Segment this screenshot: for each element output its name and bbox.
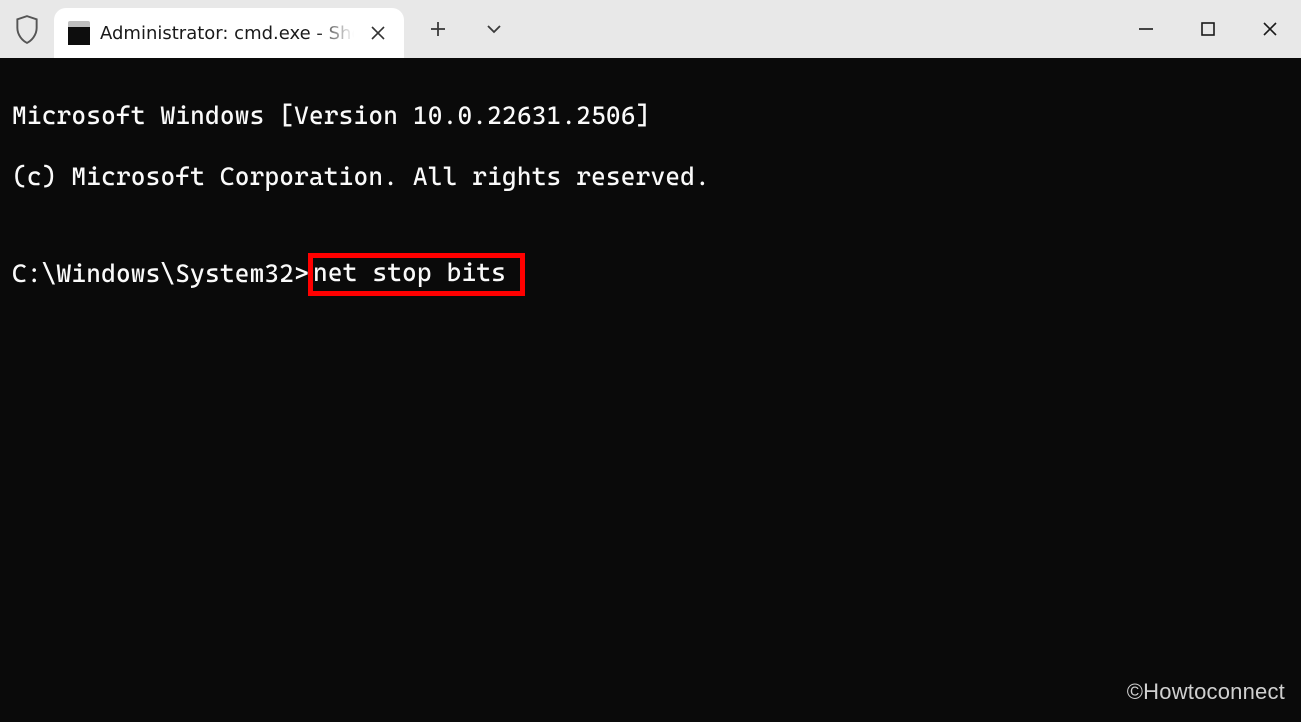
terminal-output[interactable]: Microsoft Windows [Version 10.0.22631.25… (0, 58, 1301, 722)
prompt-text: C:\Windows\System32> (12, 259, 309, 290)
prompt-row: C:\Windows\System32>net stop bits (12, 253, 1301, 296)
watermark-text: ©Howtoconnect (1127, 679, 1285, 706)
command-text: net stop bits (308, 253, 525, 296)
shield-icon (0, 0, 54, 58)
close-tab-button[interactable] (364, 19, 392, 47)
new-tab-button[interactable] (422, 13, 454, 45)
tab-dropdown-button[interactable] (478, 13, 510, 45)
tab-actions (404, 0, 510, 58)
terminal-line: (c) Microsoft Corporation. All rights re… (12, 162, 1301, 193)
window-controls (1115, 0, 1301, 58)
cmd-icon (68, 21, 90, 45)
active-tab[interactable]: Administrator: cmd.exe - Shor (54, 8, 404, 58)
tab-title: Administrator: cmd.exe - Shor (100, 23, 354, 44)
close-window-button[interactable] (1239, 9, 1301, 49)
titlebar: Administrator: cmd.exe - Shor (0, 0, 1301, 58)
maximize-button[interactable] (1177, 9, 1239, 49)
terminal-line: Microsoft Windows [Version 10.0.22631.25… (12, 101, 1301, 132)
minimize-button[interactable] (1115, 9, 1177, 49)
